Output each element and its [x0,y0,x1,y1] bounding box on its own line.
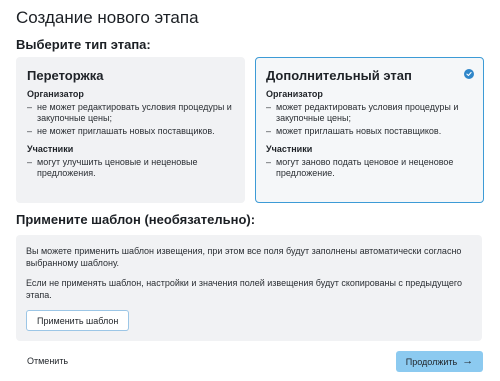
template-heading: Примените шаблон (необязательно): [16,212,256,227]
list-item: могут улучшить ценовые и неценовые предл… [27,157,234,179]
continue-button[interactable]: Продолжить → [396,351,483,372]
continue-label: Продолжить [405,356,458,367]
participants-label: Участники [27,144,74,154]
page-title: Создание нового этапа [16,8,199,27]
list-item: не может приглашать новых поставщиков. [27,126,234,137]
arrow-right-icon: → [462,355,474,367]
list-item: могут заново подать ценовое и неценовое … [266,157,473,179]
checkmark-icon [464,69,474,79]
participants-list: могут улучшить ценовые и неценовые предл… [27,157,234,179]
participants-list: могут заново подать ценовое и неценовое … [266,157,473,179]
template-description: Вы можете применить шаблон извещения, пр… [26,246,462,268]
participants-label: Участники [266,144,313,154]
template-panel: Вы можете применить шаблон извещения, пр… [16,235,482,341]
stage-type-card-rebid[interactable]: Переторжка Организатор не может редактир… [16,57,245,203]
list-item: может редактировать условия процедуры и … [266,102,473,124]
stage-type-card-additional[interactable]: Дополнительный этап Организатор может ре… [255,57,484,203]
organizer-list: может редактировать условия процедуры и … [266,102,473,137]
organizer-label: Организатор [266,89,323,99]
list-item: может приглашать новых поставщиков. [266,126,473,137]
template-note: Если не применять шаблон, настройки и зн… [26,278,462,300]
card-title: Переторжка [27,68,104,83]
stage-type-heading: Выберите тип этапа: [16,37,151,52]
organizer-list: не может редактировать условия процедуры… [27,102,234,137]
organizer-label: Организатор [27,89,84,99]
card-title: Дополнительный этап [266,68,412,83]
cancel-button[interactable]: Отменить [27,356,68,366]
list-item: не может редактировать условия процедуры… [27,102,234,124]
apply-template-button[interactable]: Применить шаблон [26,310,130,331]
